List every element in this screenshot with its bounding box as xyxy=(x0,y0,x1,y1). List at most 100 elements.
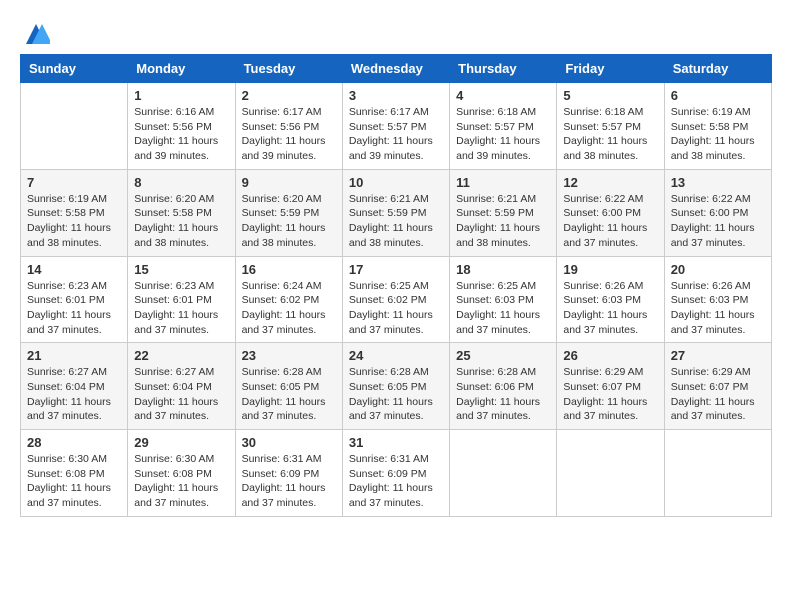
calendar-cell: 30 Sunrise: 6:31 AM Sunset: 6:09 PM Dayli… xyxy=(235,430,342,517)
day-info: Sunrise: 6:16 AM Sunset: 5:56 PM Dayligh… xyxy=(134,105,228,164)
day-number: 4 xyxy=(456,88,550,103)
day-number: 28 xyxy=(27,435,121,450)
day-number: 2 xyxy=(242,88,336,103)
day-info: Sunrise: 6:28 AM Sunset: 6:05 PM Dayligh… xyxy=(349,365,443,424)
day-info: Sunrise: 6:28 AM Sunset: 6:05 PM Dayligh… xyxy=(242,365,336,424)
day-number: 27 xyxy=(671,348,765,363)
day-info: Sunrise: 6:17 AM Sunset: 5:57 PM Dayligh… xyxy=(349,105,443,164)
day-number: 1 xyxy=(134,88,228,103)
day-number: 26 xyxy=(563,348,657,363)
calendar-cell: 8 Sunrise: 6:20 AM Sunset: 5:58 PM Daylig… xyxy=(128,169,235,256)
day-number: 12 xyxy=(563,175,657,190)
day-number: 20 xyxy=(671,262,765,277)
logo-icon xyxy=(22,20,50,48)
day-number: 30 xyxy=(242,435,336,450)
day-info: Sunrise: 6:19 AM Sunset: 5:58 PM Dayligh… xyxy=(671,105,765,164)
day-info: Sunrise: 6:26 AM Sunset: 6:03 PM Dayligh… xyxy=(563,279,657,338)
day-number: 19 xyxy=(563,262,657,277)
calendar-cell: 26 Sunrise: 6:29 AM Sunset: 6:07 PM Dayli… xyxy=(557,343,664,430)
day-info: Sunrise: 6:23 AM Sunset: 6:01 PM Dayligh… xyxy=(27,279,121,338)
calendar-cell: 2 Sunrise: 6:17 AM Sunset: 5:56 PM Daylig… xyxy=(235,83,342,170)
day-info: Sunrise: 6:20 AM Sunset: 5:58 PM Dayligh… xyxy=(134,192,228,251)
day-number: 29 xyxy=(134,435,228,450)
calendar-week-row: 21 Sunrise: 6:27 AM Sunset: 6:04 PM Dayli… xyxy=(21,343,772,430)
calendar-header-tuesday: Tuesday xyxy=(235,55,342,83)
day-info: Sunrise: 6:19 AM Sunset: 5:58 PM Dayligh… xyxy=(27,192,121,251)
calendar-cell: 7 Sunrise: 6:19 AM Sunset: 5:58 PM Daylig… xyxy=(21,169,128,256)
day-number: 25 xyxy=(456,348,550,363)
calendar-cell: 15 Sunrise: 6:23 AM Sunset: 6:01 PM Dayli… xyxy=(128,256,235,343)
calendar-header-thursday: Thursday xyxy=(450,55,557,83)
day-number: 14 xyxy=(27,262,121,277)
calendar-cell: 17 Sunrise: 6:25 AM Sunset: 6:02 PM Dayli… xyxy=(342,256,449,343)
day-info: Sunrise: 6:20 AM Sunset: 5:59 PM Dayligh… xyxy=(242,192,336,251)
calendar-cell: 3 Sunrise: 6:17 AM Sunset: 5:57 PM Daylig… xyxy=(342,83,449,170)
day-number: 17 xyxy=(349,262,443,277)
day-info: Sunrise: 6:30 AM Sunset: 6:08 PM Dayligh… xyxy=(27,452,121,511)
calendar-cell: 14 Sunrise: 6:23 AM Sunset: 6:01 PM Dayli… xyxy=(21,256,128,343)
day-number: 18 xyxy=(456,262,550,277)
day-info: Sunrise: 6:17 AM Sunset: 5:56 PM Dayligh… xyxy=(242,105,336,164)
calendar-cell: 11Sunrise: 6:21 AM Sunset: 5:59 PM Dayli… xyxy=(450,169,557,256)
calendar-week-row: 14 Sunrise: 6:23 AM Sunset: 6:01 PM Dayli… xyxy=(21,256,772,343)
day-info: Sunrise: 6:31 AM Sunset: 6:09 PM Dayligh… xyxy=(349,452,443,511)
calendar-cell: 1 Sunrise: 6:16 AM Sunset: 5:56 PM Daylig… xyxy=(128,83,235,170)
day-info: Sunrise: 6:25 AM Sunset: 6:03 PM Dayligh… xyxy=(456,279,550,338)
day-number: 7 xyxy=(27,175,121,190)
day-number: 15 xyxy=(134,262,228,277)
day-info: Sunrise: 6:21 AM Sunset: 5:59 PM Dayligh… xyxy=(349,192,443,251)
calendar-cell: 21 Sunrise: 6:27 AM Sunset: 6:04 PM Dayli… xyxy=(21,343,128,430)
day-info: Sunrise: 6:27 AM Sunset: 6:04 PM Dayligh… xyxy=(27,365,121,424)
calendar-cell: 10Sunrise: 6:21 AM Sunset: 5:59 PM Dayli… xyxy=(342,169,449,256)
day-number: 8 xyxy=(134,175,228,190)
day-info: Sunrise: 6:24 AM Sunset: 6:02 PM Dayligh… xyxy=(242,279,336,338)
day-number: 9 xyxy=(242,175,336,190)
calendar-cell: 18 Sunrise: 6:25 AM Sunset: 6:03 PM Dayli… xyxy=(450,256,557,343)
logo xyxy=(20,20,50,48)
calendar-table: SundayMondayTuesdayWednesdayThursdayFrid… xyxy=(20,54,772,517)
day-number: 31 xyxy=(349,435,443,450)
day-number: 23 xyxy=(242,348,336,363)
calendar-header-monday: Monday xyxy=(128,55,235,83)
calendar-cell: 23 Sunrise: 6:28 AM Sunset: 6:05 PM Dayli… xyxy=(235,343,342,430)
calendar-cell: 28 Sunrise: 6:30 AM Sunset: 6:08 PM Dayli… xyxy=(21,430,128,517)
calendar-header-sunday: Sunday xyxy=(21,55,128,83)
day-info: Sunrise: 6:18 AM Sunset: 5:57 PM Dayligh… xyxy=(456,105,550,164)
day-info: Sunrise: 6:31 AM Sunset: 6:09 PM Dayligh… xyxy=(242,452,336,511)
calendar-week-row: 7 Sunrise: 6:19 AM Sunset: 5:58 PM Daylig… xyxy=(21,169,772,256)
calendar-header-saturday: Saturday xyxy=(664,55,771,83)
calendar-cell: 19 Sunrise: 6:26 AM Sunset: 6:03 PM Dayli… xyxy=(557,256,664,343)
calendar-week-row: 28 Sunrise: 6:30 AM Sunset: 6:08 PM Dayli… xyxy=(21,430,772,517)
day-info: Sunrise: 6:18 AM Sunset: 5:57 PM Dayligh… xyxy=(563,105,657,164)
calendar-cell: 6 Sunrise: 6:19 AM Sunset: 5:58 PM Daylig… xyxy=(664,83,771,170)
calendar-week-row: 1 Sunrise: 6:16 AM Sunset: 5:56 PM Daylig… xyxy=(21,83,772,170)
calendar-cell: 20 Sunrise: 6:26 AM Sunset: 6:03 PM Dayli… xyxy=(664,256,771,343)
calendar-cell: 16Sunrise: 6:24 AM Sunset: 6:02 PM Dayli… xyxy=(235,256,342,343)
day-number: 24 xyxy=(349,348,443,363)
calendar-cell xyxy=(664,430,771,517)
day-number: 21 xyxy=(27,348,121,363)
page-header xyxy=(20,20,772,48)
calendar-cell: 12Sunrise: 6:22 AM Sunset: 6:00 PM Dayli… xyxy=(557,169,664,256)
day-info: Sunrise: 6:29 AM Sunset: 6:07 PM Dayligh… xyxy=(563,365,657,424)
day-number: 6 xyxy=(671,88,765,103)
day-info: Sunrise: 6:26 AM Sunset: 6:03 PM Dayligh… xyxy=(671,279,765,338)
calendar-cell: 22Sunrise: 6:27 AM Sunset: 6:04 PM Dayli… xyxy=(128,343,235,430)
calendar-cell xyxy=(557,430,664,517)
day-info: Sunrise: 6:23 AM Sunset: 6:01 PM Dayligh… xyxy=(134,279,228,338)
calendar-header-row: SundayMondayTuesdayWednesdayThursdayFrid… xyxy=(21,55,772,83)
day-number: 3 xyxy=(349,88,443,103)
day-info: Sunrise: 6:25 AM Sunset: 6:02 PM Dayligh… xyxy=(349,279,443,338)
calendar-header-wednesday: Wednesday xyxy=(342,55,449,83)
calendar-header-friday: Friday xyxy=(557,55,664,83)
calendar-cell: 5 Sunrise: 6:18 AM Sunset: 5:57 PM Daylig… xyxy=(557,83,664,170)
day-info: Sunrise: 6:21 AM Sunset: 5:59 PM Dayligh… xyxy=(456,192,550,251)
calendar-cell: 4 Sunrise: 6:18 AM Sunset: 5:57 PM Daylig… xyxy=(450,83,557,170)
calendar-cell xyxy=(450,430,557,517)
calendar-cell: 13Sunrise: 6:22 AM Sunset: 6:00 PM Dayli… xyxy=(664,169,771,256)
calendar-cell: 27Sunrise: 6:29 AM Sunset: 6:07 PM Dayli… xyxy=(664,343,771,430)
calendar-cell: 29Sunrise: 6:30 AM Sunset: 6:08 PM Dayli… xyxy=(128,430,235,517)
day-number: 5 xyxy=(563,88,657,103)
calendar-cell xyxy=(21,83,128,170)
day-info: Sunrise: 6:22 AM Sunset: 6:00 PM Dayligh… xyxy=(671,192,765,251)
